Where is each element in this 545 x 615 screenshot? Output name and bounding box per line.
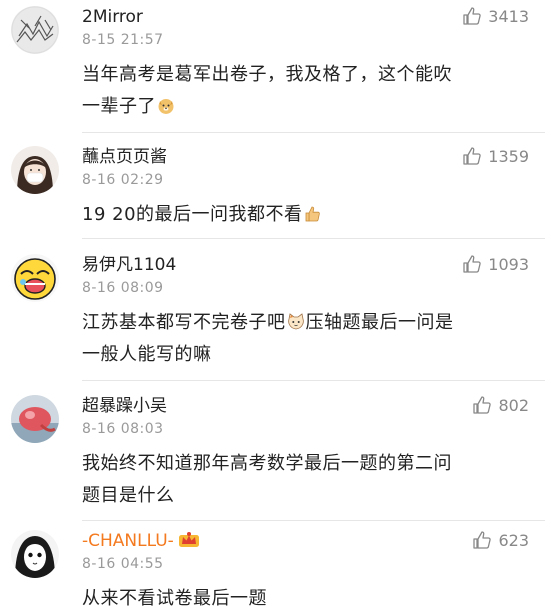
avatar[interactable]: [11, 254, 59, 302]
like-count: 1359: [488, 146, 529, 166]
comment-line: 19 20的最后一问我都不看: [82, 204, 303, 225]
thumbs-up-emoji: [305, 206, 320, 222]
comment-text: 从来不看试卷最后一题: [82, 583, 532, 615]
thumbs-up-icon: [463, 147, 481, 165]
timestamp: 8-16 02:29: [82, 172, 164, 188]
thumbs-up-icon: [463, 255, 481, 273]
avatar[interactable]: [11, 395, 59, 443]
divider: [82, 238, 545, 239]
avatar[interactable]: [11, 530, 59, 578]
thumbs-up-icon: [473, 531, 492, 549]
timestamp: 8-15 21:57: [82, 32, 164, 48]
username-text: -CHANLLU-: [82, 531, 174, 551]
like-button[interactable]: 1359: [462, 146, 529, 166]
avatar[interactable]: [11, 146, 59, 194]
thumbs-up-icon: [473, 396, 492, 414]
like-button[interactable]: 1093: [462, 254, 529, 274]
like-count: 1093: [488, 254, 529, 274]
comment-text: 当年高考是葛军出卷子，我及格了，这个能吹 一辈子了: [82, 59, 532, 123]
like-count: 3413: [488, 6, 529, 26]
comment-line: 当年高考是葛军出卷子，我及格了，这个能吹: [82, 64, 452, 85]
comment-line: 一辈子了: [82, 96, 156, 117]
username[interactable]: -CHANLLU-: [82, 530, 200, 552]
cat-emoji: [287, 313, 304, 330]
username[interactable]: 蘸点页页酱: [82, 146, 167, 168]
divider: [82, 520, 545, 521]
comment-line: 题目是什么: [82, 485, 175, 506]
avatar[interactable]: [11, 6, 59, 54]
divider: [82, 132, 545, 133]
comment-text: 江苏基本都写不完卷子吧 压轴题最后一问是 一般人能写的嘛: [82, 307, 532, 371]
comment-line: 一般人能写的嘛: [82, 344, 212, 365]
username[interactable]: 易伊凡1104: [82, 254, 176, 276]
like-count: 623: [498, 530, 529, 550]
comment-line-wrap: 19 20的最后一问我都不看: [82, 199, 532, 231]
like-button[interactable]: 3413: [462, 6, 529, 26]
username[interactable]: 2Mirror: [82, 6, 143, 28]
like-button[interactable]: 802: [472, 395, 529, 415]
comment-line-wrap: 江苏基本都写不完卷子吧 压轴题最后一问是: [82, 307, 532, 339]
comment-line: 从来不看试卷最后一题: [82, 588, 267, 609]
thumbs-up-icon: [463, 7, 481, 25]
timestamp: 8-16 08:09: [82, 280, 164, 296]
comment-line: 江苏基本都写不完卷子吧: [82, 312, 286, 333]
comment-text: 我始终不知道那年高考数学最后一题的第二问 题目是什么: [82, 448, 532, 512]
divider: [82, 380, 545, 381]
timestamp: 8-16 08:03: [82, 421, 164, 437]
comment-text: 19 20的最后一问我都不看: [82, 199, 532, 231]
doge-emoji: [158, 99, 174, 114]
comment-line-wrap: 一辈子了: [82, 91, 532, 123]
comment-line: 压轴题最后一问是: [305, 312, 454, 333]
crown-badge-icon: [178, 532, 199, 547]
username[interactable]: 超暴躁小吴: [82, 395, 167, 417]
like-count: 802: [498, 395, 529, 415]
comment-line: 我始终不知道那年高考数学最后一题的第二问: [82, 453, 452, 474]
timestamp: 8-16 04:55: [82, 556, 164, 572]
like-button[interactable]: 623: [472, 530, 529, 550]
